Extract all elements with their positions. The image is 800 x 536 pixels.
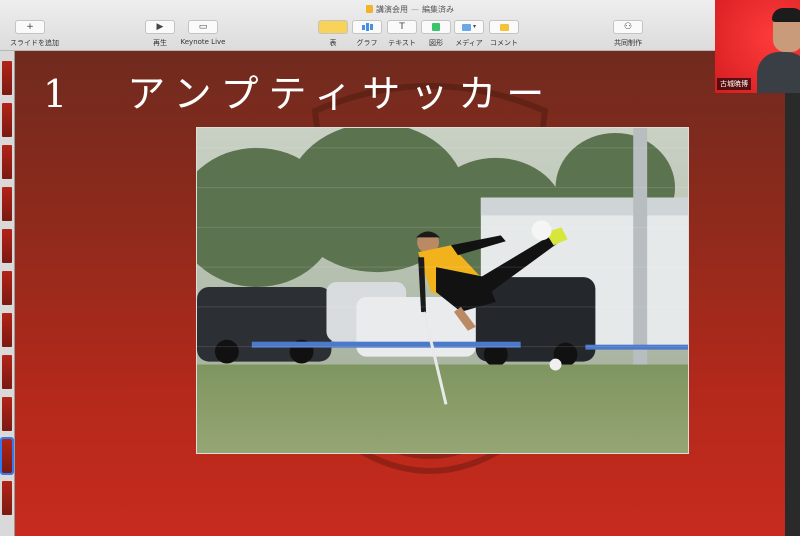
document-name: 講演会用 <box>376 5 408 14</box>
shape-button[interactable]: 図形 <box>421 20 451 48</box>
slide-thumbnail[interactable] <box>2 61 12 95</box>
window-edge <box>785 51 800 536</box>
slide-thumbnail-selected[interactable] <box>0 437 14 475</box>
media-icon: ▾ <box>454 20 484 34</box>
comment-label: コメント <box>490 39 518 47</box>
slide-thumbnail[interactable] <box>2 229 12 263</box>
slide-canvas[interactable]: 1 アンプティサッカー <box>15 51 785 536</box>
shape-label: 図形 <box>429 39 443 47</box>
participant-body <box>757 52 800 93</box>
keynote-live-label: Keynote Live <box>180 38 226 46</box>
table-icon <box>318 20 348 34</box>
slide-thumbnail[interactable] <box>2 481 12 515</box>
media-button[interactable]: ▾ メディア <box>453 20 485 48</box>
plus-icon: + <box>15 20 45 34</box>
add-slide-label: スライドを追加 <box>10 39 59 47</box>
slide-thumbnail[interactable] <box>2 397 12 431</box>
keynote-document-icon <box>366 5 373 13</box>
photo-image <box>197 128 688 453</box>
text-icon: T <box>387 20 417 34</box>
comment-icon <box>489 20 519 34</box>
slide-thumbnail[interactable] <box>2 313 12 347</box>
play-button[interactable]: ▶ 再生 <box>145 20 175 48</box>
keynote-live-icon: ▭ <box>188 20 218 34</box>
add-slide-button[interactable]: + スライドを追加 <box>10 20 59 48</box>
participant-hair <box>772 8 800 22</box>
slide-title[interactable]: 1 アンプティサッカー <box>43 63 554 118</box>
document-status: 編集済み <box>422 5 454 14</box>
media-label: メディア <box>455 39 483 47</box>
play-icon: ▶ <box>145 20 175 34</box>
participant-name-label: 古城暁博 <box>717 78 751 90</box>
slide-navigator <box>0 51 15 536</box>
chart-button[interactable]: グラフ <box>352 20 382 48</box>
slide-thumbnail[interactable] <box>2 145 12 179</box>
slide-thumbnail[interactable] <box>2 355 12 389</box>
table-label: 表 <box>329 39 337 47</box>
participant-video[interactable]: 古城暁博 <box>715 0 800 93</box>
document-title: 講演会用 — 編集済み <box>300 4 520 15</box>
text-button[interactable]: T テキスト <box>386 20 418 48</box>
slide-title-text: アンプティサッカー <box>127 72 555 116</box>
collaborate-button[interactable]: ⚇ 共同制作 <box>610 20 646 48</box>
slide-thumbnail[interactable] <box>2 103 12 137</box>
comment-button[interactable]: コメント <box>487 20 521 48</box>
collaborate-icon: ⚇ <box>613 20 643 34</box>
keynote-live-button[interactable]: ▭ Keynote Live <box>180 20 226 46</box>
slide-number: 1 <box>43 72 78 116</box>
slide-thumbnail[interactable] <box>2 187 12 221</box>
keynote-toolbar: 講演会用 — 編集済み + スライドを追加 ▶ 再生 ▭ Keynote Live … <box>0 0 715 51</box>
text-label: テキスト <box>388 39 416 47</box>
collaborate-label: 共同制作 <box>614 39 642 47</box>
slide-thumbnail[interactable] <box>2 271 12 305</box>
amputee-soccer-photo[interactable] <box>196 127 689 454</box>
table-button[interactable]: 表 <box>318 20 348 48</box>
chart-label: グラフ <box>356 39 378 47</box>
play-label: 再生 <box>153 39 167 47</box>
shape-icon <box>421 20 451 34</box>
chart-icon <box>352 20 382 34</box>
